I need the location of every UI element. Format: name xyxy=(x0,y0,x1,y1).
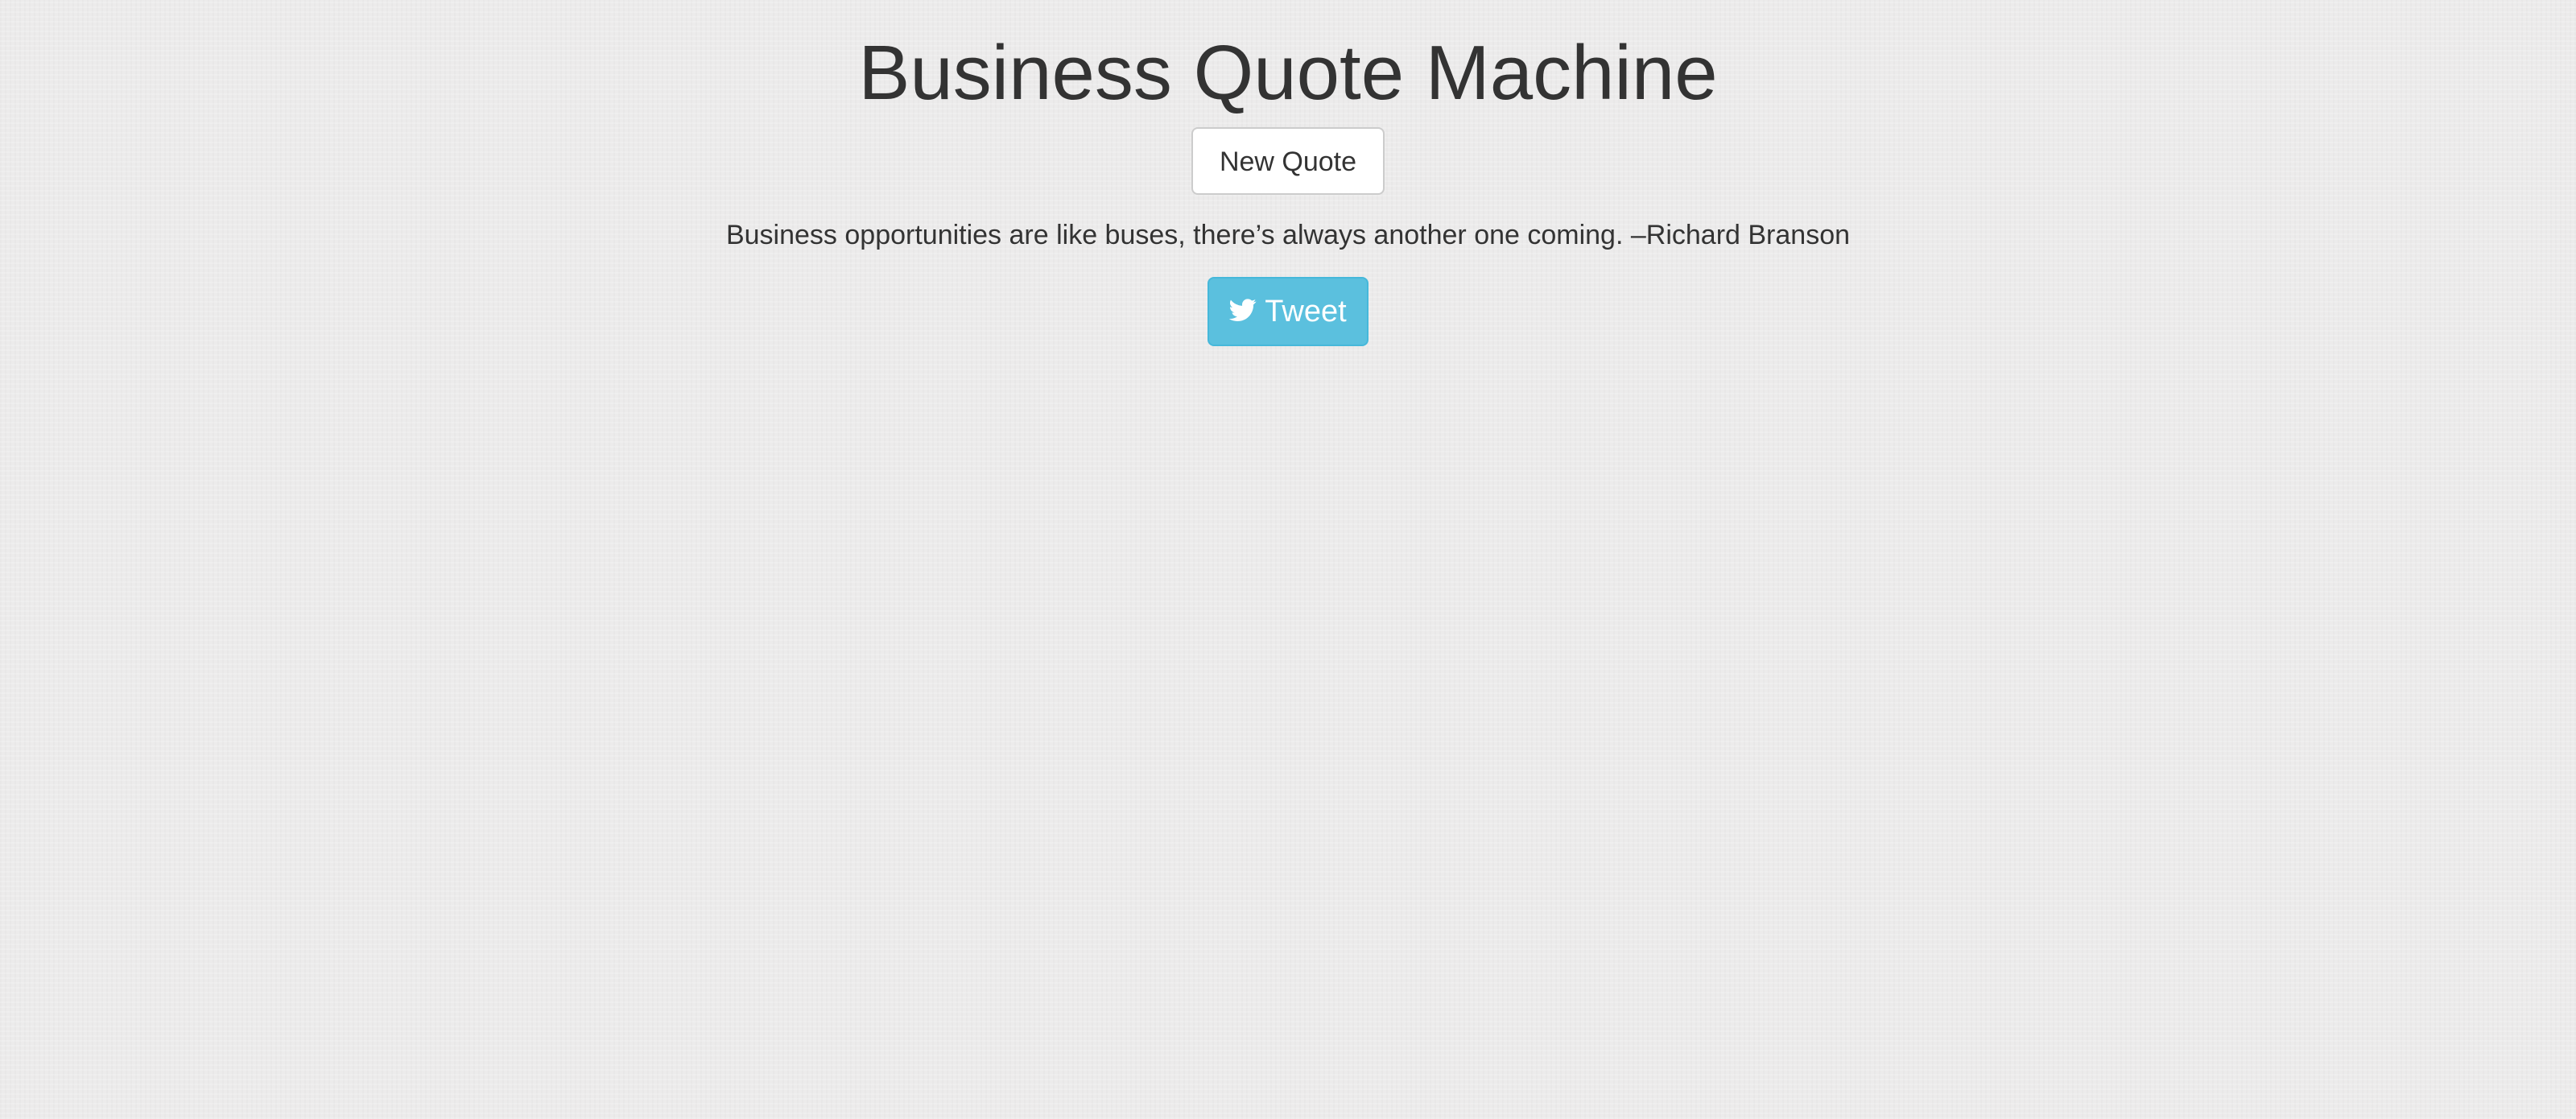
tweet-label: Tweet xyxy=(1265,295,1347,328)
twitter-icon xyxy=(1228,281,1257,322)
quote-text: Business opportunities are like buses, t… xyxy=(725,220,1851,250)
new-quote-button[interactable]: New Quote xyxy=(1191,127,1385,195)
page-title: Business Quote Machine xyxy=(858,30,1718,116)
app-container: Business Quote Machine New Quote Busines… xyxy=(0,0,2576,346)
tweet-button[interactable]: Tweet xyxy=(1208,277,1368,346)
